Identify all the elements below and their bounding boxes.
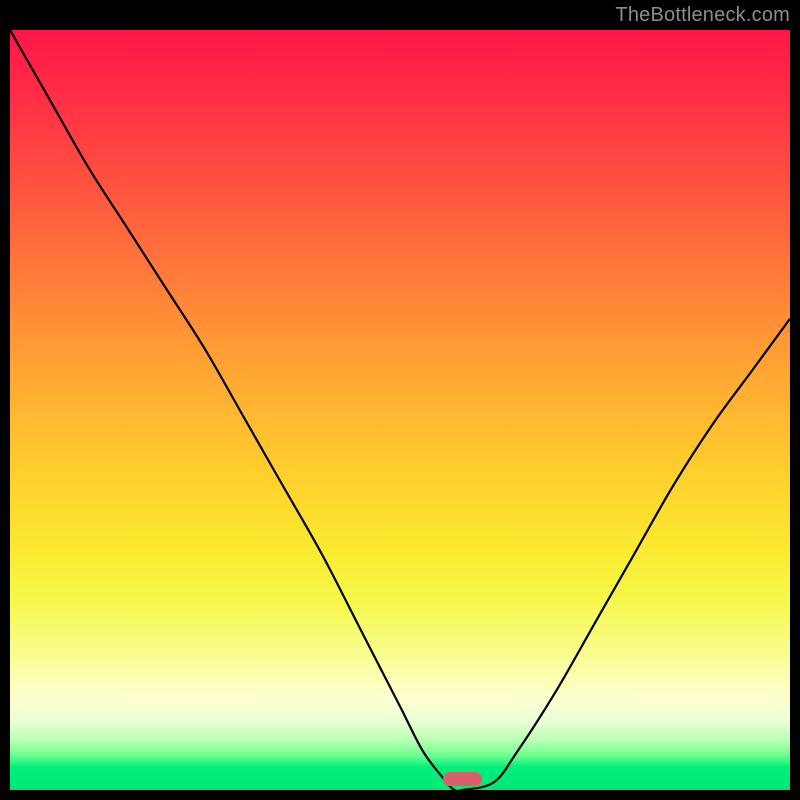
plot-area (10, 30, 790, 790)
optimal-marker (443, 772, 482, 786)
bottleneck-curve (10, 30, 790, 790)
chart-frame: TheBottleneck.com (0, 0, 800, 800)
watermark-text: TheBottleneck.com (615, 4, 790, 27)
